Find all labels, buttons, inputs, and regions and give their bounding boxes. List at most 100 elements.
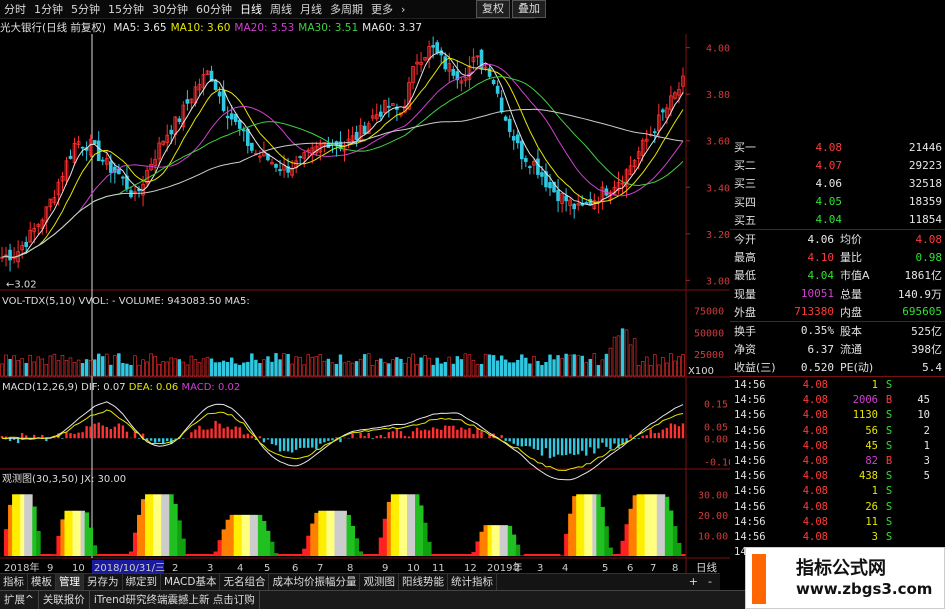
stat-key: 均价 [840,233,862,247]
volume-bar [387,363,391,377]
jx-bar [467,554,472,556]
stat-value: 4.10 [807,250,835,264]
tick-price: 4.08 [802,515,828,528]
volume-bar [258,363,262,377]
status-item-0[interactable]: 扩展^ [0,591,39,609]
stat-key: 最高 [734,251,756,265]
indicator-tab-9[interactable]: 阳线势能 [399,574,448,590]
jx-bar [592,494,597,556]
timeframe-0[interactable]: 分时 [0,1,30,17]
fund-key: 流通 [840,343,862,357]
timeframe-3[interactable]: 15分钟 [104,1,148,17]
timeframe-6[interactable]: 日线 [236,1,266,17]
jx-bar [12,494,17,556]
volume-bar [532,355,536,377]
x-tick-label: 3 [207,563,213,573]
candle-body [362,125,367,135]
jx-bar [564,533,569,556]
timeframe-1[interactable]: 1分钟 [30,1,67,17]
timeframe-5[interactable]: 60分钟 [192,1,236,17]
jx-tick-label: 30.00 [698,490,728,501]
volume-bar [475,364,480,377]
indicator-tab-8[interactable]: 观测图 [360,574,399,590]
tick-volume: 1 [871,379,878,392]
minus-icon[interactable]: - [708,574,712,590]
tick-row: 14:56 4.08 56 S 2 [730,423,945,438]
jx-bar [245,514,251,556]
status-item-2[interactable]: iTrend研究终端震撼上新 点击订购 [90,591,260,609]
indicator-tab-5[interactable]: MACD基本 [161,574,221,590]
macd-tick-label: 0.05 [704,423,728,434]
tick-side: S [885,424,893,437]
jx-bar [487,525,492,556]
indicator-tab-1[interactable]: 模板 [28,574,56,590]
volume-bar [443,362,447,377]
stat-key: 外盘 [734,305,756,319]
ma-label-1: MA10: 3.60 [170,22,231,34]
price-tick-label: 3.40 [706,183,730,194]
candle-body [536,158,540,175]
volume-bar [669,353,673,377]
chart-area[interactable]: 4.00 3.80 3.60 3.40 3.20 3.00 ←3.02 VOL-TDX(5,1… [0,34,730,573]
bid-row: 买一 4.08 21446 [730,138,945,156]
indicator-tab-2[interactable]: 管理 [56,574,84,590]
volume-bar [84,359,89,377]
timeframe-7[interactable]: 周线 [266,1,296,17]
indicator-tab-0[interactable]: 指标 [0,574,28,590]
tick-time: 14:56 [734,379,766,392]
jx-bar [660,494,666,556]
indicator-tab-10[interactable]: 统计指标 [448,574,497,590]
jx-bar [636,494,642,556]
stat-value: 4.08 [915,232,943,246]
tick-time: 14:56 [734,409,766,422]
volume-bar [189,355,194,377]
overlay-button[interactable]: 叠加 [512,0,546,18]
plus-icon[interactable]: + [689,574,698,590]
jx-tick-label: 20.00 [698,511,728,522]
x-tick-label: 12 [464,563,477,573]
x-axis-period[interactable]: 日线 [696,561,717,573]
timeframe-8[interactable]: 月线 [296,1,326,17]
timeframe-4[interactable]: 30分钟 [148,1,192,17]
indicator-tab-7[interactable]: 成本均价振幅分量 [269,574,361,590]
volume-bar [616,335,621,377]
tick-volume: 2006 [852,394,878,407]
jx-bar [402,494,408,556]
volume-bar [250,353,254,377]
timeframe-9[interactable]: 多周期 [326,1,367,17]
volume-bar [161,361,165,377]
timeframe-10[interactable]: 更多 [367,1,397,17]
status-item-1[interactable]: 关联报价 [39,591,90,609]
jx-bar [443,554,448,556]
indicator-tab-4[interactable]: 绑定到 [123,574,161,590]
volume-bar [487,354,492,377]
fuquan-button[interactable]: 复权 [476,0,510,18]
more-arrow-icon[interactable]: › [397,3,409,16]
jx-bar [612,554,617,556]
jx-bar [249,514,255,556]
volume-bar [242,362,246,377]
volume-bar [221,360,226,377]
volume-bar [403,362,407,377]
indicator-tab-6[interactable]: 无名组合 [220,574,270,590]
bid-level: 买四 [734,195,756,209]
x-tick-label: 6 [627,563,633,573]
volume-bar [661,357,665,377]
candle-body [250,142,254,151]
volume-bar [270,361,274,377]
indicator-tab-3[interactable]: 另存为 [84,574,123,590]
jx-bar [535,554,541,556]
jx-bar [108,554,114,556]
fund-value: 0.35% [800,324,834,338]
volume-bar [552,359,556,377]
tick-volume: 11 [865,515,878,528]
jx-bar [656,494,662,556]
volume-bar [149,353,153,377]
jx-bar [72,510,77,556]
volume-bar [310,356,314,377]
jx-bar [181,538,186,556]
stat-value: 713380 [794,305,834,319]
timeframe-2[interactable]: 5分钟 [67,1,104,17]
jx-bar [233,514,239,556]
jx-bar [48,554,53,556]
